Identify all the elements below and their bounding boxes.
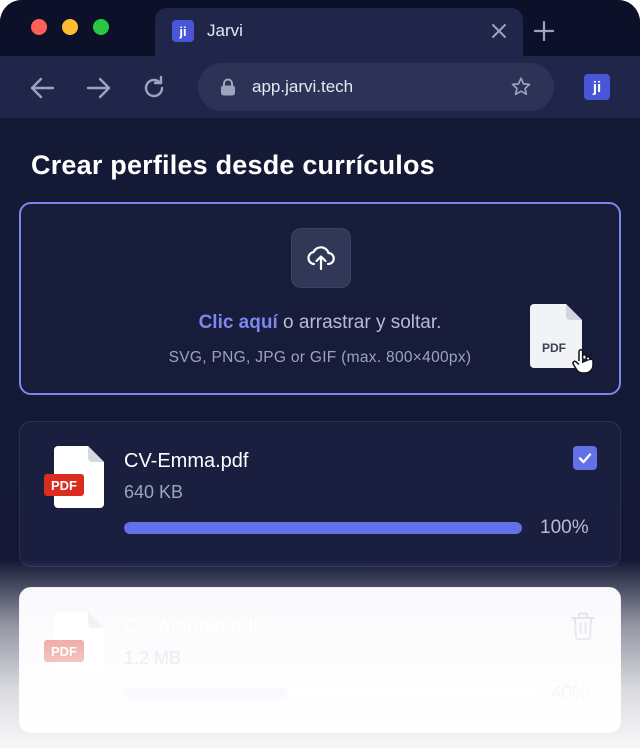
- file-name: CV-Antonio.pdf: [124, 616, 259, 638]
- back-arrow-icon[interactable]: [29, 74, 57, 102]
- pdf-badge-label: PDF: [51, 478, 77, 493]
- upload-progress-fill: [124, 688, 288, 700]
- jarvi-favicon-icon: ji: [172, 20, 194, 42]
- minimize-window-button[interactable]: [62, 19, 78, 35]
- upload-complete-checkbox[interactable]: [573, 446, 597, 470]
- dragged-file-label: PDF: [542, 341, 566, 355]
- forward-arrow-icon[interactable]: [84, 74, 112, 102]
- pdf-file-icon: PDF: [44, 612, 104, 674]
- upload-button[interactable]: [291, 228, 351, 288]
- pdf-file-icon: PDF: [44, 446, 104, 508]
- file-name: CV-Emma.pdf: [124, 450, 249, 472]
- url-text: app.jarvi.tech: [252, 77, 354, 96]
- bookmark-star-icon[interactable]: [510, 76, 532, 98]
- upload-progress-fill: [124, 522, 522, 534]
- trash-icon[interactable]: [570, 612, 596, 640]
- upload-progress-percent: 40%: [551, 683, 590, 704]
- file-dropzone[interactable]: Clic aquí o arrastrar y soltar. SVG, PNG…: [19, 202, 621, 395]
- browser-window: ji Jarvi app.jarvi.tech ji Crear perfile…: [0, 0, 640, 748]
- close-tab-icon[interactable]: [489, 21, 509, 41]
- upload-progress-percent: 100%: [540, 517, 589, 538]
- page-title: Crear perfiles desde currículos: [31, 150, 435, 180]
- tab-title: Jarvi: [207, 21, 243, 40]
- file-card-cv-antonio: PDF CV-Antonio.pdf 1.2 MB 40%: [19, 587, 621, 733]
- upload-progress-bar: [124, 522, 522, 534]
- tab-bar: ji Jarvi: [0, 0, 640, 56]
- browser-toolbar: app.jarvi.tech ji: [0, 56, 640, 118]
- close-window-button[interactable]: [31, 19, 47, 35]
- jarvi-extension-icon[interactable]: ji: [584, 74, 610, 100]
- file-size: 1.2 MB: [124, 648, 182, 668]
- lock-icon: [221, 78, 235, 96]
- pdf-badge-label: PDF: [51, 644, 77, 659]
- new-tab-icon[interactable]: [533, 20, 555, 42]
- tab-jarvi[interactable]: ji Jarvi: [155, 8, 523, 56]
- reload-icon[interactable]: [140, 74, 168, 102]
- maximize-window-button[interactable]: [93, 19, 109, 35]
- click-here-link[interactable]: Clic aquí: [199, 312, 278, 333]
- cloud-upload-icon: [307, 246, 335, 271]
- address-bar[interactable]: app.jarvi.tech: [198, 63, 554, 111]
- upload-progress-bar: [124, 688, 534, 700]
- file-card-cv-emma: PDF CV-Emma.pdf 640 KB 100%: [19, 421, 621, 567]
- file-size: 640 KB: [124, 482, 184, 502]
- checkmark-icon: [578, 453, 592, 464]
- hand-pointer-icon: [572, 348, 594, 374]
- drag-drop-text: o arrastrar y soltar.: [277, 312, 442, 333]
